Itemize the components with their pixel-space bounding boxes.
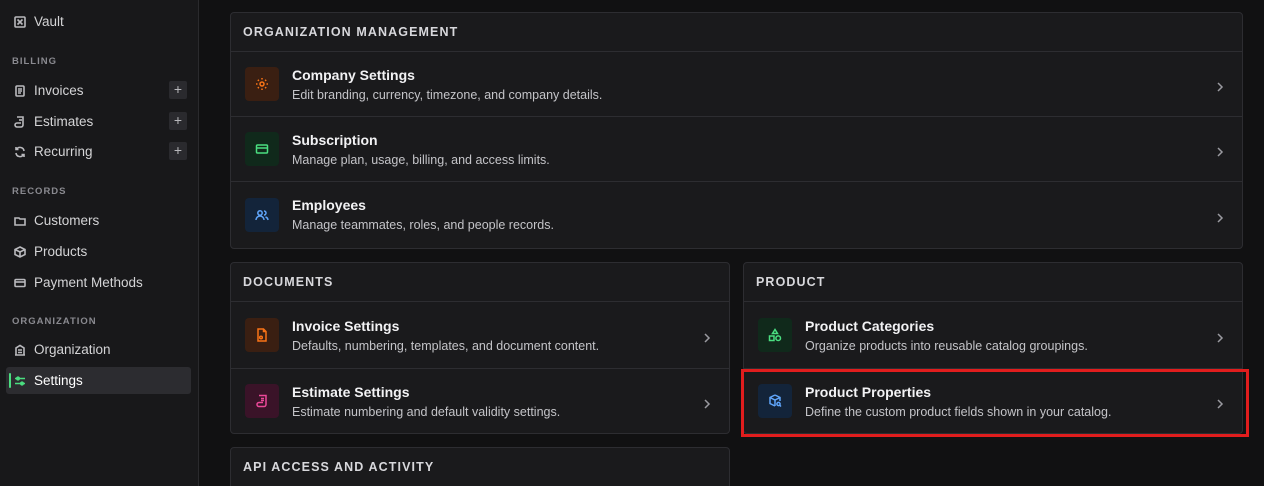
sidebar-item-estimates[interactable]: Estimates + [6,108,191,135]
invoice-settings-row[interactable]: Invoice Settings Defaults, numbering, te… [231,302,729,369]
add-invoice-button[interactable]: + [169,81,187,99]
employees-row[interactable]: Employees Manage teammates, roles, and p… [231,182,1242,247]
credit-card-icon [245,132,279,166]
row-title: Subscription [292,131,378,148]
sidebar-item-label: Invoices [34,83,84,98]
row-title: Company Settings [292,66,415,83]
api-access-card: API ACCESS AND ACTIVITY [230,447,730,486]
chevron-right-icon [1216,79,1224,92]
chevron-right-icon [1216,144,1224,157]
sidebar-item-settings[interactable]: Settings [6,367,191,394]
folder-icon [14,215,26,227]
row-title: Product Categories [805,317,935,334]
sidebar-item-label: Payment Methods [34,275,143,290]
section-label-records: RECORDS [12,186,67,197]
sidebar-item-customers[interactable]: Customers [6,207,191,234]
section-heading: API ACCESS AND ACTIVITY [231,448,729,486]
document-icon [14,84,26,97]
shapes-icon [758,318,792,352]
documents-card: DOCUMENTS Invoice Settings Defaults, num… [230,262,730,434]
row-title: Invoice Settings [292,317,400,334]
sidebar-item-label: Recurring [34,144,93,159]
section-label-billing: BILLING [12,56,57,67]
section-heading: ORGANIZATION MANAGEMENT [231,13,1242,52]
product-card: PRODUCT Product Categories Organize prod… [743,262,1243,434]
sidebar-item-label: Products [34,244,88,259]
sidebar-item-label: Customers [34,213,100,228]
building-icon [14,344,26,356]
package-icon [14,245,26,258]
estimate-settings-row[interactable]: Estimate Settings Estimate numbering and… [231,369,729,433]
chevron-right-icon [703,396,711,409]
subscription-row[interactable]: Subscription Manage plan, usage, billing… [231,117,1242,182]
section-heading: DOCUMENTS [231,263,729,302]
row-description: Edit branding, currency, timezone, and c… [292,87,603,102]
section-label-organization: ORGANIZATION [12,316,97,327]
sidebar-item-recurring[interactable]: Recurring + [6,138,191,165]
sliders-icon [14,375,26,387]
chevron-right-icon [703,330,711,343]
refresh-icon [14,146,26,158]
row-description: Manage teammates, roles, and people reco… [292,218,554,232]
add-estimate-button[interactable]: + [169,112,187,130]
row-description: Estimate numbering and default validity … [292,404,561,419]
sidebar-item-payment-methods[interactable]: Payment Methods [6,269,191,296]
sidebar-item-products[interactable]: Products [6,238,191,265]
chevron-right-icon [1216,210,1224,223]
product-categories-row[interactable]: Product Categories Organize products int… [744,302,1242,369]
add-recurring-button[interactable]: + [169,142,187,160]
scroll-icon [14,115,26,128]
row-title: Estimate Settings [292,383,410,400]
package-search-icon [758,384,792,418]
row-title: Product Properties [805,383,932,400]
company-settings-row[interactable]: Company Settings Edit branding, currency… [231,52,1242,117]
sidebar-item-vault[interactable]: Vault [6,8,191,35]
organization-management-card: ORGANIZATION MANAGEMENT Company Settings… [230,12,1243,249]
chevron-right-icon [1216,396,1224,409]
sidebar-item-invoices[interactable]: Invoices + [6,77,191,104]
file-signature-icon [245,318,279,352]
row-description: Defaults, numbering, templates, and docu… [292,338,600,353]
sidebar-item-label: Vault [34,14,64,29]
row-description: Manage plan, usage, billing, and access … [292,152,550,167]
scroll-icon [245,384,279,418]
row-title: Employees [292,197,366,213]
chevron-right-icon [1216,330,1224,343]
row-description: Define the custom product fields shown i… [805,404,1112,419]
product-properties-row[interactable]: Product Properties Define the custom pro… [744,369,1242,433]
sidebar-item-label: Organization [34,342,111,357]
sidebar-item-organization[interactable]: Organization [6,336,191,363]
sidebar-item-label: Estimates [34,114,94,129]
credit-card-icon [14,277,26,289]
section-heading: PRODUCT [744,263,1242,302]
gear-icon [245,67,279,101]
sidebar: Vault BILLING Invoices + Estimates + Rec… [0,0,199,486]
vault-icon [14,15,26,28]
users-icon [245,197,279,232]
sidebar-item-label: Settings [34,373,83,388]
row-description: Organize products into reusable catalog … [805,338,1088,353]
